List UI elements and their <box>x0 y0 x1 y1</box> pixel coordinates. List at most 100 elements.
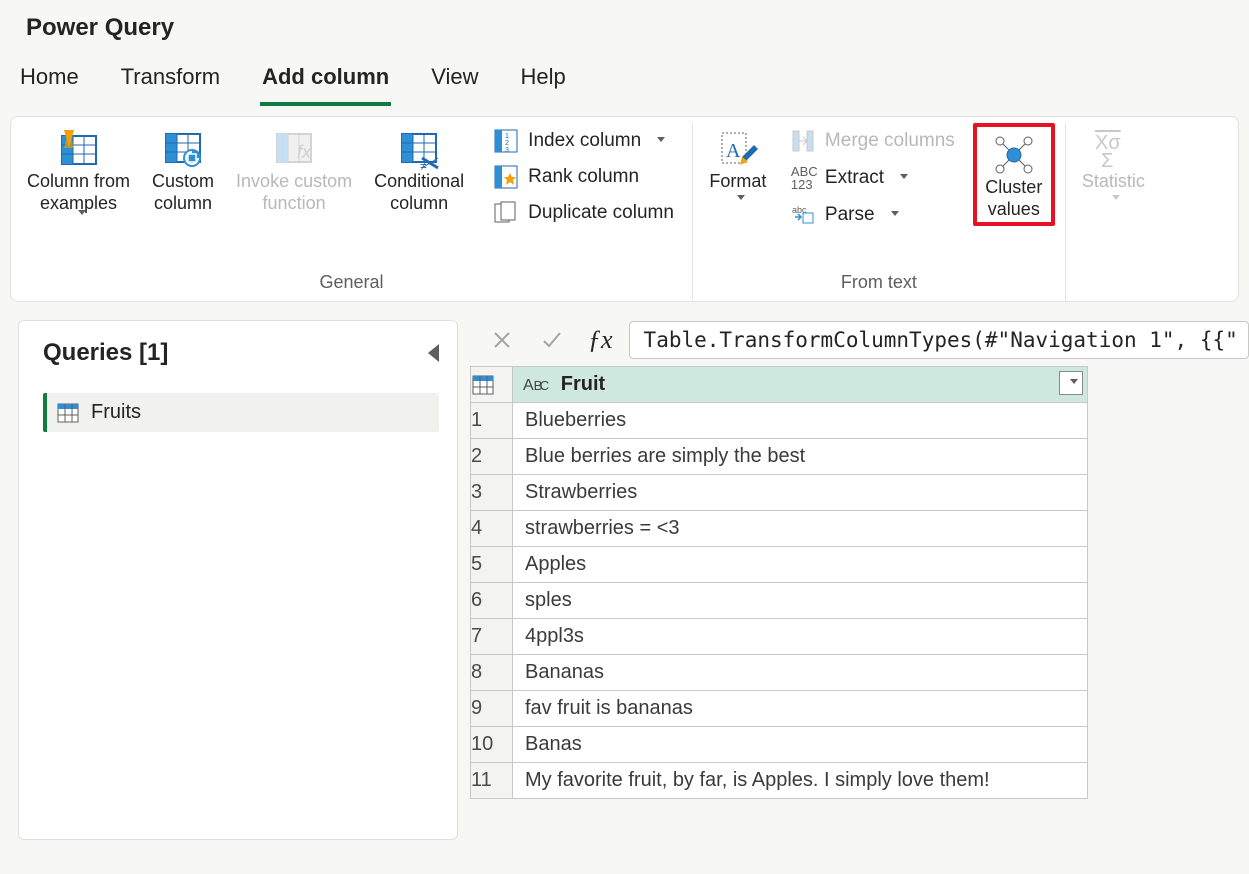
conditional-column-button[interactable]: ≠ Conditional column <box>368 123 470 214</box>
ribbon-tabs: Home Transform Add column View Help <box>0 54 1249 106</box>
cell[interactable]: sples <box>513 583 1088 619</box>
index-column-icon: 1 2 3 <box>494 129 518 153</box>
row-number[interactable]: 5 <box>471 547 513 583</box>
cancel-formula-button[interactable] <box>482 320 522 360</box>
row-number[interactable]: 8 <box>471 655 513 691</box>
cell[interactable]: Banas <box>513 727 1088 763</box>
chevron-down-icon <box>78 210 86 215</box>
svg-text:1: 1 <box>505 133 509 140</box>
cell[interactable]: 4ppl3s <box>513 619 1088 655</box>
format-icon: A <box>716 127 760 171</box>
extract-button[interactable]: ABC123 Extract <box>783 159 963 197</box>
label: Invoke custom function <box>236 171 352 214</box>
statistics-icon: Xσ Σ <box>1091 127 1135 171</box>
label: Duplicate column <box>528 202 674 224</box>
tab-view[interactable]: View <box>429 54 480 106</box>
table-row[interactable]: 2Blue berries are simply the best <box>471 439 1088 475</box>
label: Statistic <box>1082 171 1145 193</box>
queries-pane-title: Queries [1] <box>43 339 168 367</box>
table-row[interactable]: 74ppl3s <box>471 619 1088 655</box>
index-column-button[interactable]: 1 2 3 Index column <box>486 123 682 159</box>
row-number[interactable]: 1 <box>471 403 513 439</box>
query-item-fruits[interactable]: Fruits <box>43 393 439 432</box>
table-row[interactable]: 10Banas <box>471 727 1088 763</box>
duplicate-column-button[interactable]: Duplicate column <box>486 195 682 231</box>
tab-home[interactable]: Home <box>18 54 81 106</box>
cell[interactable]: Strawberries <box>513 475 1088 511</box>
table-corner-button[interactable] <box>471 367 513 403</box>
svg-text:3: 3 <box>505 147 509 153</box>
rank-column-button[interactable]: Rank column <box>486 159 682 195</box>
formula-bar: ƒx Table.TransformColumnTypes(#"Navigati… <box>468 320 1249 366</box>
custom-column-icon <box>161 127 205 171</box>
label: Cluster values <box>985 177 1042 220</box>
table-row[interactable]: 9fav fruit is bananas <box>471 691 1088 727</box>
commit-formula-button[interactable] <box>532 320 572 360</box>
label: Format <box>709 171 766 193</box>
queries-pane: Queries [1] Fruits <box>18 320 458 840</box>
format-button[interactable]: A Format <box>703 123 773 202</box>
custom-column-button[interactable]: Custom column <box>146 123 220 214</box>
table-row[interactable]: 1Blueberries <box>471 403 1088 439</box>
cell[interactable]: Bananas <box>513 655 1088 691</box>
cluster-values-button[interactable]: Cluster values <box>979 129 1049 220</box>
ribbon-group-label-general: General <box>21 272 682 301</box>
cell[interactable]: strawberries = <3 <box>513 511 1088 547</box>
cell[interactable]: Blueberries <box>513 403 1088 439</box>
label: Custom column <box>152 171 214 214</box>
formula-input[interactable]: Table.TransformColumnTypes(#"Navigation … <box>629 321 1249 359</box>
table-icon <box>57 402 79 424</box>
row-number[interactable]: 4 <box>471 511 513 547</box>
app-title: Power Query <box>0 0 1249 54</box>
row-number[interactable]: 7 <box>471 619 513 655</box>
invoke-custom-function-button: fx Invoke custom function <box>230 123 358 214</box>
label: Rank column <box>528 166 639 188</box>
row-number[interactable]: 10 <box>471 727 513 763</box>
table-row[interactable]: 3Strawberries <box>471 475 1088 511</box>
chevron-down-icon <box>657 137 665 142</box>
tab-add-column[interactable]: Add column <box>260 54 391 106</box>
svg-text:2: 2 <box>505 140 509 147</box>
extract-icon: ABC123 <box>791 165 815 191</box>
svg-text:fx: fx <box>297 142 312 162</box>
rank-column-icon <box>494 165 518 189</box>
cell[interactable]: My favorite fruit, by far, is Apples. I … <box>513 763 1088 799</box>
label: Column from examples <box>27 171 130 214</box>
tab-help[interactable]: Help <box>519 54 568 106</box>
merge-columns-icon <box>791 129 815 153</box>
collapse-pane-button[interactable] <box>428 344 439 362</box>
row-number[interactable]: 2 <box>471 439 513 475</box>
cluster-values-highlight: Cluster values <box>973 123 1055 226</box>
tab-transform[interactable]: Transform <box>119 54 222 106</box>
query-item-label: Fruits <box>91 401 141 424</box>
column-from-examples-button[interactable]: Column from examples <box>21 123 136 217</box>
column-filter-button[interactable] <box>1059 371 1083 395</box>
cell[interactable]: fav fruit is bananas <box>513 691 1088 727</box>
cell[interactable]: Blue berries are simply the best <box>513 439 1088 475</box>
ribbon: Column from examples <box>10 116 1239 302</box>
table-row[interactable]: 4strawberries = <3 <box>471 511 1088 547</box>
row-number[interactable]: 11 <box>471 763 513 799</box>
row-number[interactable]: 3 <box>471 475 513 511</box>
table-row[interactable]: 8Bananas <box>471 655 1088 691</box>
parse-button[interactable]: abc Parse <box>783 197 963 233</box>
text-type-icon: ABC <box>523 377 549 395</box>
table-row[interactable]: 6sples <box>471 583 1088 619</box>
table-row[interactable]: 5Apples <box>471 547 1088 583</box>
duplicate-column-icon <box>494 201 518 225</box>
row-number[interactable]: 9 <box>471 691 513 727</box>
column-header-fruit[interactable]: ABC Fruit <box>513 367 1088 403</box>
row-number[interactable]: 6 <box>471 583 513 619</box>
label: Merge columns <box>825 130 955 152</box>
cell[interactable]: Apples <box>513 547 1088 583</box>
ribbon-group-label-from-text: From text <box>703 272 1055 301</box>
column-from-examples-icon <box>57 127 101 171</box>
merge-columns-button: Merge columns <box>783 123 963 159</box>
table-row[interactable]: 11My favorite fruit, by far, is Apples. … <box>471 763 1088 799</box>
chevron-down-icon <box>737 195 745 200</box>
conditional-column-icon: ≠ <box>397 127 441 171</box>
statistics-button: Xσ Σ Statistic <box>1076 123 1151 202</box>
fx-icon: ƒx <box>582 325 619 355</box>
svg-text:Σ: Σ <box>1101 150 1113 171</box>
data-table: ABC Fruit 1Blueberries2Blue berries are … <box>470 366 1088 799</box>
